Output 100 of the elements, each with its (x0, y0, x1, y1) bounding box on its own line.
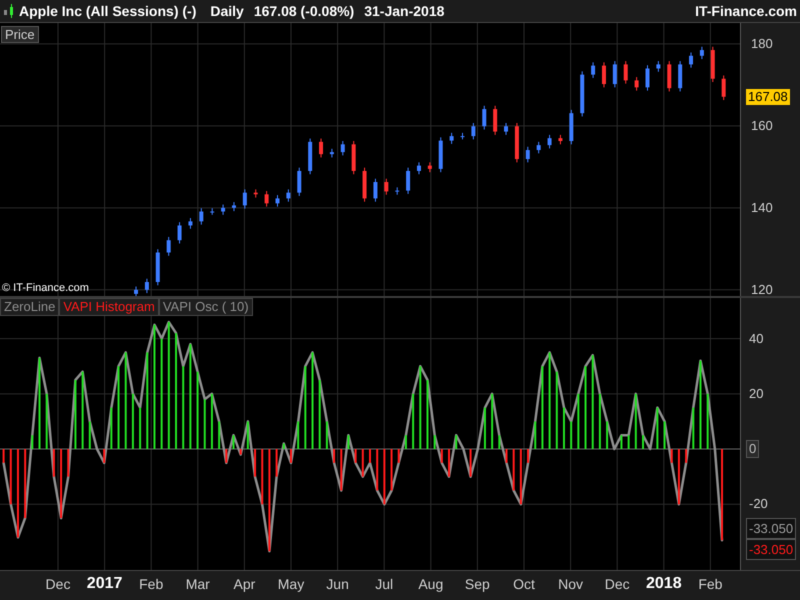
histogram-bar (434, 435, 436, 450)
time-axis-label: Sep (464, 576, 490, 592)
histogram-bar (103, 449, 106, 463)
histogram-bar (398, 449, 400, 463)
histogram-bar (218, 421, 220, 450)
histogram-bar (46, 394, 48, 450)
histogram-bar (139, 408, 142, 450)
candlestick (144, 278, 149, 294)
candlestick (646, 64, 650, 92)
histogram-bar (670, 449, 673, 463)
candlestick (514, 122, 519, 163)
histogram-bar (110, 408, 112, 450)
candlestick (340, 140, 345, 156)
candlestick (438, 136, 443, 173)
histogram-bar (24, 449, 26, 518)
brand-text: IT-Finance.com (695, 2, 797, 20)
candlestick (242, 188, 247, 210)
candlestick (384, 178, 388, 196)
histogram-bar (692, 408, 694, 450)
histogram-bar (2, 449, 5, 463)
copyright-text: © IT-Finance.com (2, 282, 89, 294)
histogram-bar (562, 408, 565, 450)
histogram-bar (240, 449, 242, 455)
histogram-bar (340, 449, 342, 490)
candlestick (482, 105, 486, 130)
histogram-bar (376, 449, 378, 490)
histogram-bar (448, 449, 450, 477)
histogram-bar (426, 380, 428, 450)
legend-item: VAPI Osc ( 10) (158, 298, 253, 316)
histogram-bar (512, 449, 515, 490)
histogram-bar (261, 449, 264, 504)
histogram-bar (634, 394, 637, 450)
candlestick (373, 178, 378, 202)
candlestick (428, 162, 432, 173)
legend-item: VAPI Histogram (59, 298, 159, 316)
histogram-bar (31, 435, 34, 450)
histogram-bar (60, 449, 62, 518)
histogram-bar (290, 449, 292, 463)
candlestick (624, 60, 628, 84)
histogram-bar (318, 380, 321, 450)
time-axis-label: Dec (46, 576, 70, 592)
time-axis-label: Jun (326, 576, 349, 592)
candlestick (264, 190, 269, 208)
histogram-bar (297, 421, 300, 450)
histogram-bar (74, 380, 76, 450)
candlestick (352, 140, 356, 175)
candlestick (471, 122, 476, 140)
axis-label: 140 (751, 200, 773, 215)
axis-label: 40 (749, 332, 764, 346)
candlestick (395, 186, 400, 196)
histogram-bar (282, 444, 285, 450)
candlestick (548, 134, 552, 149)
candlestick (178, 222, 182, 244)
time-axis-label: Jul (375, 576, 394, 592)
candlestick (678, 60, 682, 92)
quote-text: 167.08 (-0.08%) (254, 2, 354, 21)
histogram-bar (628, 435, 630, 450)
histogram-bar (383, 449, 386, 504)
candlestick (319, 138, 324, 158)
chart-title: Apple Inc (All Sessions) (-) (19, 2, 196, 21)
histogram-bar (484, 408, 486, 450)
histogram-bar (520, 449, 522, 504)
time-axis-label: Aug (418, 576, 444, 592)
histogram-bar (88, 421, 91, 450)
time-axis-label: Mar (186, 576, 210, 592)
histogram-bar (204, 399, 206, 450)
histogram-bar (455, 435, 458, 450)
axis-label: 20 (749, 386, 764, 401)
time-axis-label: 2017 (86, 576, 122, 592)
histogram-bar (225, 449, 228, 463)
candlestick (667, 60, 672, 92)
histogram-bar (132, 394, 134, 450)
time-axis-label: Dec (604, 576, 630, 592)
value-tag: -33.050 (746, 539, 796, 560)
histogram-bar (470, 449, 472, 477)
price-tag: 167.08 (746, 88, 790, 105)
candlestick (602, 62, 606, 88)
axis-label: 120 (751, 282, 773, 296)
candlestick (221, 204, 226, 216)
candlestick (493, 105, 498, 136)
candlestick-icon (3, 4, 15, 18)
time-axis-label: Feb (698, 576, 722, 592)
candlestick (722, 74, 726, 101)
candlestick (416, 162, 421, 175)
histogram-bar (577, 394, 580, 450)
time-axis-label: Feb (139, 576, 164, 592)
histogram-bar (570, 421, 572, 450)
axis-label: 0 (746, 440, 760, 458)
histogram-bar (491, 394, 494, 450)
histogram-bar (326, 421, 328, 450)
histogram-bar (362, 449, 364, 477)
time-axis-label: 2018 (646, 576, 682, 592)
histogram-bar (598, 394, 601, 450)
candlestick (689, 52, 694, 68)
histogram-bar (412, 394, 414, 450)
histogram-bar (706, 394, 709, 450)
candlestick (330, 148, 334, 158)
time-axis-label: Nov (558, 576, 584, 592)
candlestick (580, 70, 584, 117)
histogram-bar (354, 449, 357, 463)
